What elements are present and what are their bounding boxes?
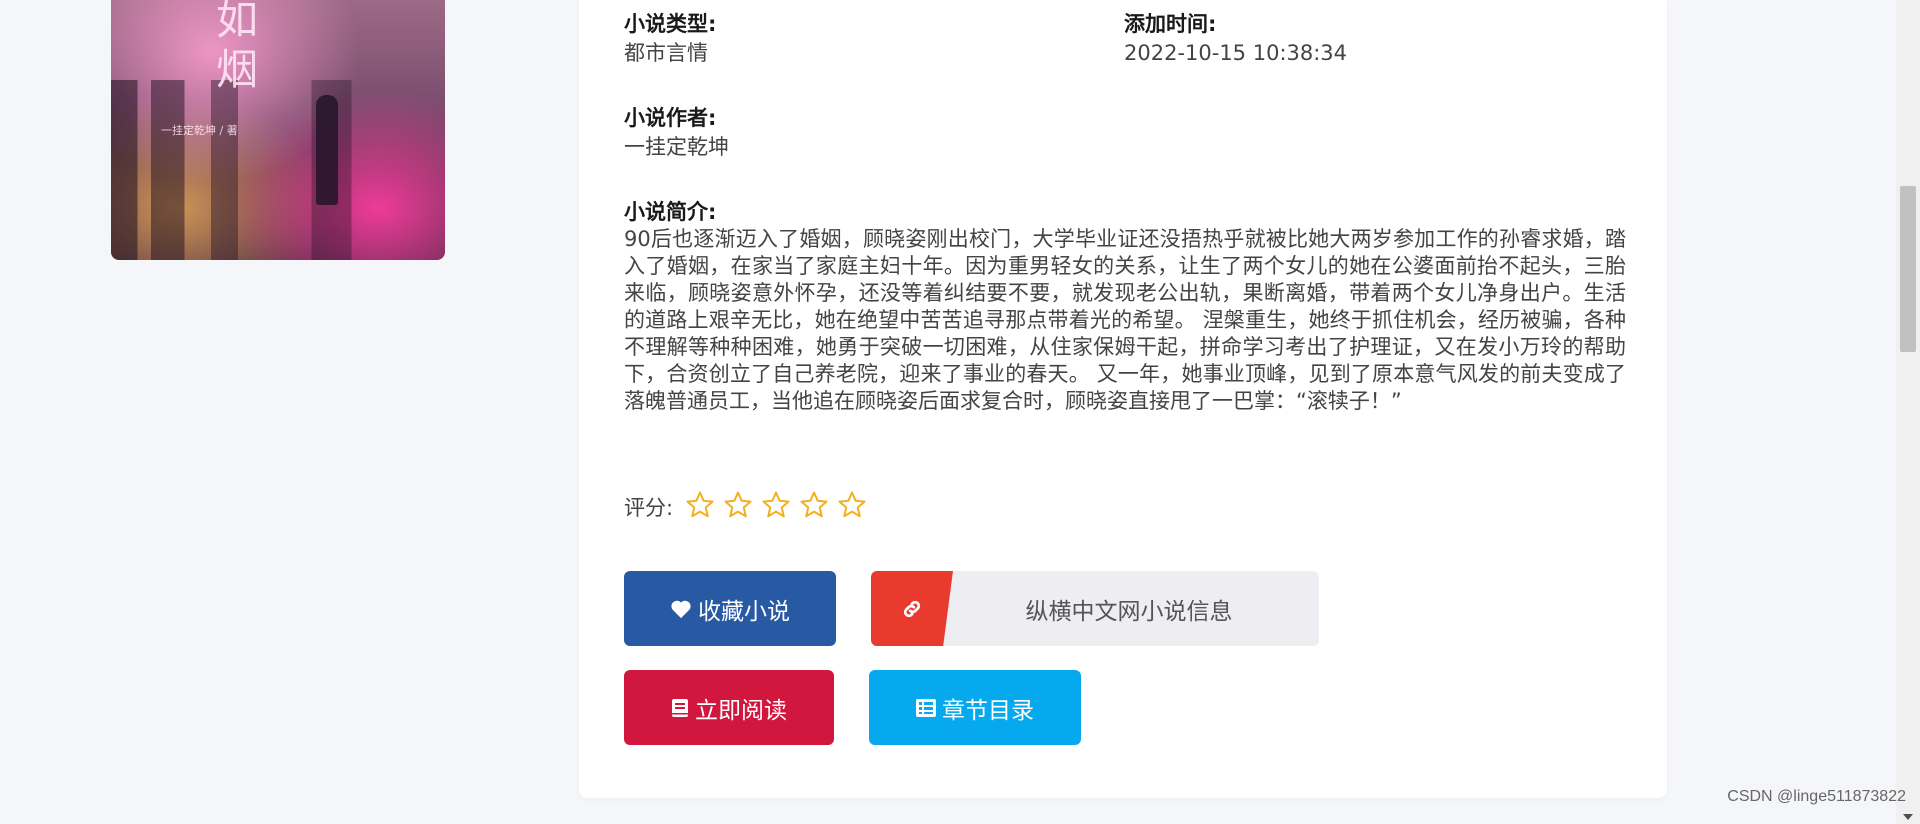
read-now-label: 立即阅读: [695, 696, 787, 723]
added-time-value: 2022-10-15 10:38:34: [1124, 41, 1348, 65]
star-outline-icon[interactable]: [685, 490, 715, 520]
rating-row: 评分:: [624, 490, 875, 524]
novel-description-text: 90后也逐渐迈入了婚姻，顾晓姿刚出校门，大学毕业证还没捂热乎就被比她大两岁参加工…: [624, 227, 1626, 413]
novel-author-value: 一挂定乾坤: [624, 135, 729, 159]
rating-label: 评分:: [624, 496, 674, 520]
added-time-label: 添加时间:: [1124, 12, 1217, 36]
list-icon: [916, 698, 936, 717]
zongheng-info-link-label: 纵横中文网小说信息: [1025, 598, 1233, 625]
favorite-novel-button[interactable]: 收藏小说: [624, 571, 836, 646]
novel-cover-image[interactable]: 如 烟 一挂定乾坤 / 著: [111, 0, 445, 260]
favorite-novel-label: 收藏小说: [698, 597, 790, 624]
added-time-field: 添加时间: 2022-10-15 10:38:34: [1124, 10, 1347, 68]
read-now-button[interactable]: 立即阅读: [624, 670, 834, 745]
novel-author-label: 小说作者:: [624, 106, 717, 130]
chapter-list-button[interactable]: 章节目录: [869, 670, 1081, 745]
rating-stars[interactable]: [685, 490, 875, 524]
novel-description-field: 小说简介: 90后也逐渐迈入了婚姻，顾晓姿刚出校门，大学毕业证还没捂热乎就被比她…: [624, 198, 1626, 415]
cover-title-glyph-bottom: 烟: [216, 45, 261, 94]
csdn-watermark: CSDN @linge511873822: [1727, 788, 1906, 805]
novel-type-label: 小说类型:: [624, 12, 717, 36]
link-icon: [871, 571, 953, 646]
page-scrollbar[interactable]: [1896, 0, 1920, 824]
scroll-down-arrow-icon[interactable]: [1903, 814, 1913, 820]
star-outline-icon[interactable]: [837, 490, 867, 520]
star-outline-icon[interactable]: [761, 490, 791, 520]
star-outline-icon[interactable]: [723, 490, 753, 520]
page: 如 烟 一挂定乾坤 / 著 小说类型: 都市言情 添加时间: 2022-10-1…: [0, 0, 1920, 824]
scrollbar-thumb[interactable]: [1900, 186, 1916, 352]
star-outline-icon[interactable]: [799, 490, 829, 520]
cover-byline: 一挂定乾坤 / 著: [161, 124, 238, 137]
novel-description-label: 小说简介:: [624, 200, 717, 224]
heart-icon: [670, 599, 692, 619]
book-icon: [671, 698, 689, 718]
chapter-list-label: 章节目录: [942, 696, 1034, 723]
novel-author-field: 小说作者: 一挂定乾坤: [624, 104, 729, 162]
cover-figure: [316, 95, 338, 205]
novel-type-value: 都市言情: [624, 41, 708, 65]
zongheng-info-link-button[interactable]: 纵横中文网小说信息: [871, 571, 1319, 646]
novel-detail-card: 小说类型: 都市言情 添加时间: 2022-10-15 10:38:34 小说作…: [579, 0, 1667, 798]
novel-type-field: 小说类型: 都市言情: [624, 10, 716, 68]
cover-city-silhouette: [111, 80, 445, 260]
